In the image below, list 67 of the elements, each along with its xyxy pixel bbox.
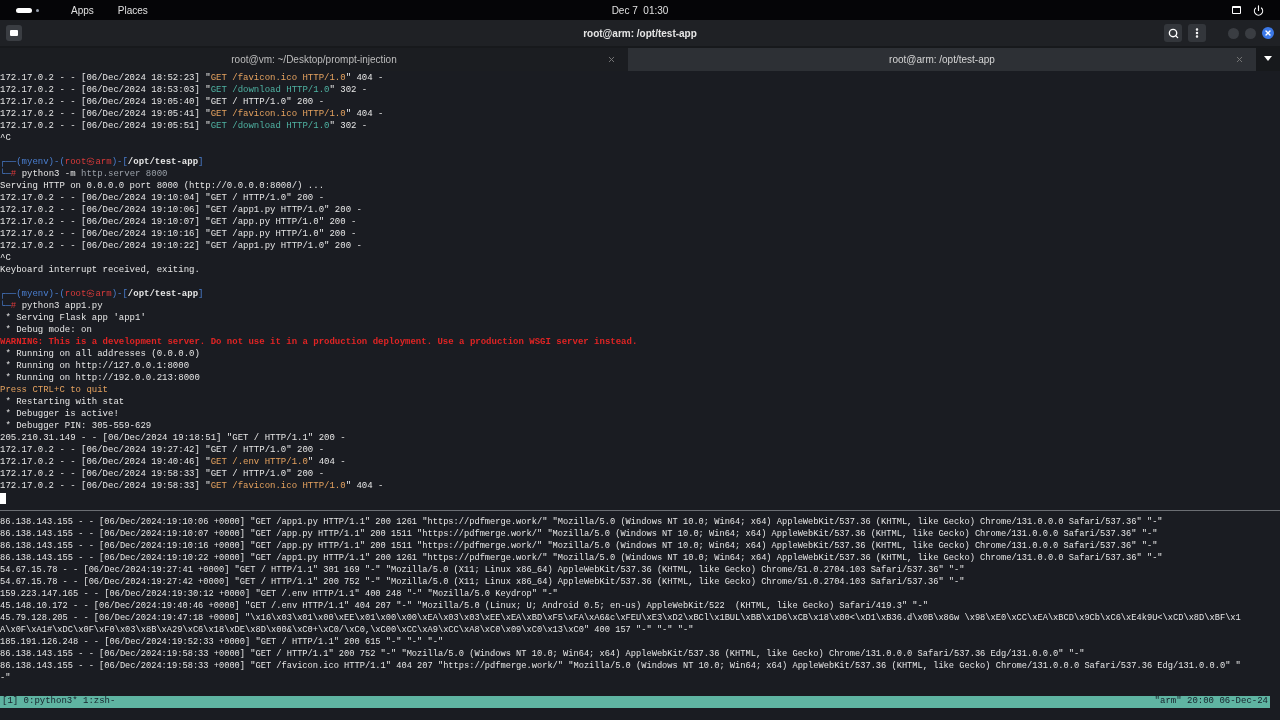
- terminal-line: ┌──(myenv)-(root㉿arm)-[/opt/test-app]: [0, 288, 204, 300]
- terminal-line: * Serving Flask app 'app1': [4, 312, 146, 324]
- terminal-line: 172.17.0.2 - - [06/Dec/2024 19:05:41] "GET /favicon.ico HTTP/1.0" 404 -: [0, 108, 384, 120]
- terminal-line: 172.17.0.2 - - [06/Dec/2024 19:05:40] "GET / HTTP/1.0" 200 -: [0, 96, 325, 108]
- terminal-tab[interactable]: root@vm: ~/Desktop/prompt-injection: [0, 48, 628, 71]
- terminal-line: 86.138.143.155 - - [06/Dec/2024:19:10:16 +0000] "GET /app.py HTTP/1.1" 200 1511 "https://pdfmerge.work/" "Mozilla/5.0 (Windows NT 10.0; Win64; x64) AppleWebKit/537.36 (KHTML, like Gecko) Chrome/131.0.0.0 Safari/537.36" "-": [0, 540, 1158, 552]
- terminal-line: * Debug mode: on: [4, 324, 92, 336]
- terminal-line: 172.17.0.2 - - [06/Dec/2024 19:10:07] "GET /app.py HTTP/1.0" 200 -: [0, 216, 357, 228]
- terminal-line: * Running on http://127.0.0.1:8000: [4, 360, 190, 372]
- close-tab-icon[interactable]: [1235, 55, 1244, 64]
- terminal-line: * Running on http://192.0.0.213:8000: [4, 372, 200, 384]
- terminal-line: * Running on all addresses (0.0.0.0): [4, 348, 200, 360]
- terminal-line: Press CTRL+C to quit: [0, 384, 109, 396]
- terminal-line: 86.138.143.155 - - [06/Dec/2024:19:10:07 +0000] "GET /app.py HTTP/1.1" 200 1511 "https://pdfmerge.work/" "Mozilla/5.0 (Windows NT 10.0; Win64; x64) AppleWebKit/537.36 (KHTML, like Gecko) Chrome/131.0.0.0 Safari/537.36" "-": [0, 528, 1158, 540]
- terminal-line: ^C: [0, 252, 11, 264]
- terminal-line: 45.148.10.172 - - [06/Dec/2024:19:40:46 +0000] "GET /.env HTTP/1.1" 404 207 "-" "Mozilla/5.0 (Linux; U; Android 0.5; en-us) AppleWebKit/522 (KHTML, like Gecko) Safari/419.3" "-": [0, 600, 928, 612]
- terminal-line: 172.17.0.2 - - [06/Dec/2024 19:40:46] "GET /.env HTTP/1.0" 404 -: [0, 456, 346, 468]
- terminal-line: 159.223.147.165 - - [06/Dec/2024:19:30:12 +0000] "GET /.env HTTP/1.1" 400 248 "-" "Mozilla/5.0 Keydrop" "-": [0, 588, 558, 600]
- terminal-line: * Debugger is active!: [4, 408, 119, 420]
- terminal-line: ┌──(myenv)-(root㉿arm)-[/opt/test-app]: [0, 156, 204, 168]
- terminal-line: └─# python3 app1.py: [0, 300, 103, 312]
- panel-clock[interactable]: Dec 7 01:30: [611, 2, 669, 18]
- terminal-line: 86.138.143.155 - - [06/Dec/2024:19:58:33 +0000] "GET /favicon.ico HTTP/1.1" 404 207 "https://pdfmerge.work/" "Mozilla/5.0 (Windows NT 10.0; Win64; x64) AppleWebKit/537.36 (KHTML, like Gecko) Chrome/131.0.0.0 Safari/537.36 Edg/131.0.0.0" ": [0, 660, 1241, 672]
- terminal-line: ^C: [0, 132, 11, 144]
- terminal-line: 172.17.0.2 - - [06/Dec/2024 19:05:51] "GET /download HTTP/1.0" 302 -: [0, 120, 368, 132]
- close-icon: [1264, 29, 1272, 37]
- terminal-line: 172.17.0.2 - - [06/Dec/2024 19:10:22] "GET /app1.py HTTP/1.0" 200 -: [0, 240, 362, 252]
- terminal-line: -": [0, 672, 11, 684]
- search-icon: [1167, 27, 1179, 39]
- terminal-line: 45.79.128.205 - - [06/Dec/2024:19:47:18 +0000] "\x16\x03\x01\x00\xEE\x01\x00\x00\xEA\x03\x03\xEE\xEA\xBD\xF5\xFA\xA6&c\xFEU\xE3\xD2\xBCl\x1BUL\xBB\x1D6\xCB\x18\x00<\xD1\xB36.d\x0B\x86w \x98\xE0\xCC\xEA\xBCD\x9Cb\xC6\xE4k9U<\xCD\x8D\xBF\x1: [0, 612, 1241, 624]
- activities-icon[interactable]: [16, 7, 39, 13]
- terminal-line: 172.17.0.2 - - [06/Dec/2024 19:27:42] "GET / HTTP/1.0" 200 -: [0, 444, 325, 456]
- close-button[interactable]: [1262, 27, 1274, 39]
- search-button[interactable]: [1164, 24, 1182, 42]
- power-icon[interactable]: [1253, 4, 1264, 16]
- terminal-line: WARNING: This is a development server. Do not use it in a production deployment. Use a production WSGI server instead.: [0, 336, 638, 348]
- terminal-line: 172.17.0.2 - - [06/Dec/2024 19:58:33] "GET / HTTP/1.0" 200 -: [0, 468, 325, 480]
- terminal-line: 172.17.0.2 - - [06/Dec/2024 19:10:06] "GET /app1.py HTTP/1.0" 200 -: [0, 204, 362, 216]
- terminal-line: 185.191.126.248 - - [06/Dec/2024:19:52:33 +0000] "GET / HTTP/1.1" 200 615 "-" "-" "-": [0, 636, 444, 648]
- terminal-line: 172.17.0.2 - - [06/Dec/2024 19:10:04] "GET / HTTP/1.0" 200 -: [0, 192, 325, 204]
- panel-menu[interactable]: Places: [117, 2, 148, 18]
- display-icon[interactable]: [1232, 6, 1241, 14]
- terminal-line: 54.67.15.78 - - [06/Dec/2024:19:27:42 +0000] "GET / HTTP/1.1" 200 752 "-" "Mozilla/5.0 (X11; Linux x86_64) AppleWebKit/537.36 (KHTML, like Gecko) Chrome/51.0.2704.103 Safari/537.36" "-": [0, 576, 965, 588]
- terminal-line: 86.138.143.155 - - [06/Dec/2024:19:10:22 +0000] "GET /app1.py HTTP/1.1" 200 1261 "https://pdfmerge.work/" "Mozilla/5.0 (Windows NT 10.0; Win64; x64) AppleWebKit/537.36 (KHTML, like Gecko) Chrome/131.0.0.0 Safari/537.36" "-": [0, 552, 1163, 564]
- terminal-line: └─# python3 -m http.server 8000: [0, 168, 168, 180]
- terminal-line: A\x0F\xA1#\xDC\x0F\xF0\x03\x8B\xA29\xC6\x18\xDE\x8D\x00&\xC0+\xC0/\xC0,\xC00\xCC\xA9\xCC\xA8\xC0\x09\xC0\x13\xC0" 400 157 "-" "-" "-": [0, 624, 694, 636]
- terminal-line: 205.210.31.149 - - [06/Dec/2024 19:18:51] "GET / HTTP/1.1" 200 -: [0, 432, 346, 444]
- terminal-line: Keyboard interrupt received, exiting.: [0, 264, 200, 276]
- terminal-tab[interactable]: root@arm: /opt/test-app: [628, 48, 1256, 71]
- terminal-line: 172.17.0.2 - - [06/Dec/2024 19:10:16] "GET /app.py HTTP/1.0" 200 -: [0, 228, 357, 240]
- terminal-line: 54.67.15.78 - - [06/Dec/2024:19:27:41 +0000] "GET / HTTP/1.1" 301 169 "-" "Mozilla/5.0 (X11; Linux x86_64) AppleWebKit/537.36 (KHTML, like Gecko) Chrome/51.0.2704.103 Safari/537.36" "-": [0, 564, 965, 576]
- menu-button[interactable]: [1188, 24, 1206, 42]
- terminal-line: * Debugger PIN: 305-559-629: [4, 420, 152, 432]
- terminal-line: 86.138.143.155 - - [06/Dec/2024:19:58:33 +0000] "GET / HTTP/1.1" 200 752 "-" "Mozilla/5.0 (Windows NT 10.0; Win64; x64) AppleWebKit/537.36 (KHTML, like Gecko) Chrome/131.0.0.0 Safari/537.36 Edg/131.0.0.0" "-": [0, 648, 1085, 660]
- panel-menu[interactable]: Apps: [71, 2, 94, 18]
- window-title: root@arm: /opt/test-app: [583, 26, 697, 41]
- terminal-line: 172.17.0.2 - - [06/Dec/2024 18:53:03] "GET /download HTTP/1.0" 302 -: [0, 84, 368, 96]
- terminal-line: 172.17.0.2 - - [06/Dec/2024 19:58:33] "GET /favicon.ico HTTP/1.0" 404 -: [0, 480, 384, 492]
- status-info: "arm" 20:00 06-Dec-24: [1154, 695, 1268, 709]
- terminal-line: Serving HTTP on 0.0.0.0 port 8000 (http://0.0.0.0:8000/) ...: [0, 180, 325, 192]
- window-list: [1] 0:python3* 1:zsh-: [2, 695, 116, 709]
- new-tab-icon[interactable]: [6, 25, 22, 41]
- terminal-line: 172.17.0.2 - - [06/Dec/2024 18:52:23] "GET /favicon.ico HTTP/1.0" 404 -: [0, 72, 384, 84]
- terminal-line: * Restarting with stat: [4, 396, 125, 408]
- close-tab-icon[interactable]: [607, 55, 616, 64]
- terminal-line: 86.138.143.155 - - [06/Dec/2024:19:10:06 +0000] "GET /app1.py HTTP/1.1" 200 1261 "https://pdfmerge.work/" "Mozilla/5.0 (Windows NT 10.0; Win64; x64) AppleWebKit/537.36 (KHTML, like Gecko) Chrome/131.0.0.0 Safari/537.36" "-": [0, 516, 1163, 528]
- caret-icon: [1264, 56, 1272, 61]
